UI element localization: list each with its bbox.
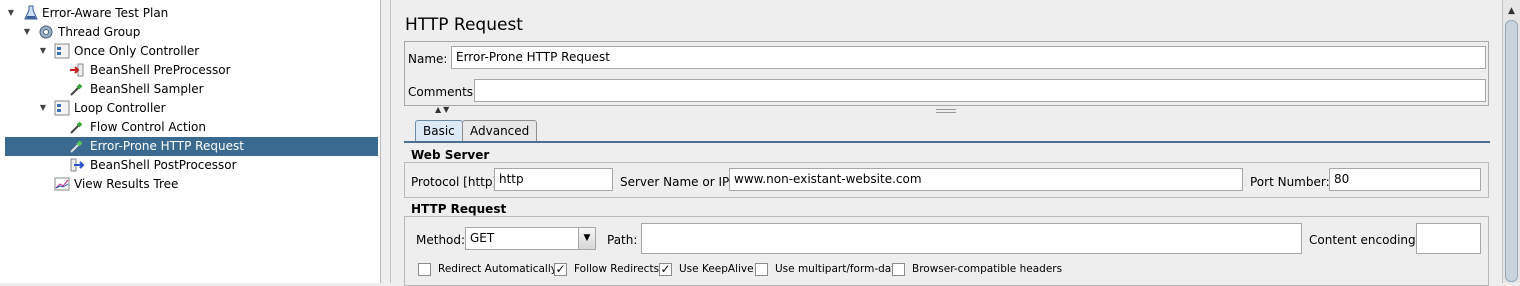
comments-field[interactable] [474,79,1486,102]
comments-label: Comments: [408,85,478,99]
name-label: Name: [408,52,448,66]
follow-redirects-checkbox[interactable]: ✓ [554,263,567,276]
controller-icon [54,43,70,59]
vertical-scrollbar[interactable]: ▲ [1502,0,1520,283]
chevron-down-icon[interactable]: ▼ [578,228,595,249]
server-label: Server Name or IP: [620,175,734,189]
tree-item-label: Loop Controller [74,101,166,115]
tree-item-label: Error-Prone HTTP Request [90,139,244,153]
tree-item-beanshell-postprocessor[interactable]: BeanShell PostProcessor [0,156,378,175]
use-keepalive-label: Use KeepAlive [679,263,754,275]
path-label: Path: [607,233,638,247]
tree-item-flow-control-action[interactable]: Flow Control Action [0,118,378,137]
port-field[interactable]: 80 [1329,168,1481,191]
method-select[interactable]: GET ▼ [465,227,596,250]
tree-item-label: Error-Aware Test Plan [42,6,169,20]
http-request-title: HTTP Request [411,202,507,216]
scroll-thumb[interactable] [1505,20,1518,282]
content-encoding-field[interactable] [1416,223,1481,254]
follow-redirects-label: Follow Redirects [574,263,660,275]
gear-icon [39,25,53,39]
graph-icon [54,177,70,191]
browser-compatible-headers-checkbox[interactable] [892,263,905,276]
redirect-automatically-label: Redirect Automatically [438,263,557,275]
method-value: GET [470,231,495,245]
tree-item-loop-controller[interactable]: ▼ Loop Controller [0,99,378,118]
tree-item-view-results-tree[interactable]: View Results Tree [0,175,378,194]
name-comments-section: Name: Error-Prone HTTP Request Comments: [404,41,1489,106]
protocol-field[interactable]: http [494,168,613,191]
collapse-icon[interactable]: ▼ [22,27,32,37]
tree-item-thread-group[interactable]: ▼ Thread Group [0,23,378,42]
redirect-automatically-checkbox[interactable] [418,263,431,276]
flask-icon [24,5,38,20]
tab-advanced[interactable]: Advanced [462,120,538,142]
protocol-label: Protocol [http]: [411,175,502,189]
tree-item-label: BeanShell Sampler [90,82,204,96]
pipette-icon [70,121,83,134]
collapse-icon[interactable]: ▼ [38,103,48,113]
tab-divider [404,141,1490,144]
preprocessor-icon [70,63,84,77]
tree-item-beanshell-sampler[interactable]: BeanShell Sampler [0,80,378,99]
tree-item-label: View Results Tree [74,177,179,191]
browser-compatible-headers-label: Browser-compatible headers [912,263,1063,275]
tree-item-test-plan[interactable]: ▼ Error-Aware Test Plan [0,4,378,23]
postprocessor-icon [70,158,85,172]
server-name-field[interactable]: www.non-existant-website.com [729,168,1243,191]
name-field[interactable]: Error-Prone HTTP Request [451,46,1486,69]
split-arrows-icon[interactable]: ▲▼ [435,105,451,114]
tree-item-label: Once Only Controller [74,44,200,58]
path-field[interactable] [641,223,1302,254]
use-keepalive-checkbox[interactable]: ✓ [659,263,672,276]
collapse-icon[interactable]: ▼ [38,46,48,56]
http-request-panel: HTTP Request Name: Error-Prone HTTP Requ… [392,0,1502,286]
multipart-form-data-label: Use multipart/form-data [775,263,902,275]
scroll-up-icon[interactable]: ▲ [1504,4,1519,18]
method-label: Method: [416,233,466,247]
tree-item-error-prone-http-request[interactable]: Error-Prone HTTP Request [0,137,378,156]
tree-item-once-only-controller[interactable]: ▼ Once Only Controller [0,42,378,61]
tree-item-label: Thread Group [58,25,141,39]
multipart-form-data-checkbox[interactable] [755,263,768,276]
page-title: HTTP Request [405,15,523,35]
content-encoding-label: Content encoding: [1309,233,1420,247]
web-server-title: Web Server [411,148,490,162]
pipette-icon [70,140,83,153]
split-grip-handle[interactable] [936,109,956,113]
tree-item-label: BeanShell PostProcessor [90,158,237,172]
tab-basic[interactable]: Basic [415,120,463,142]
test-plan-tree[interactable]: ▼ Error-Aware Test Plan ▼ Thread Group ▼… [0,0,381,283]
tree-item-beanshell-preprocessor[interactable]: BeanShell PreProcessor [0,61,378,80]
tree-item-label: BeanShell PreProcessor [90,63,231,77]
collapse-icon[interactable]: ▼ [6,8,16,18]
controller-icon [54,100,70,116]
tree-item-label: Flow Control Action [90,120,206,134]
pipette-icon [70,83,83,96]
port-label: Port Number: [1250,175,1330,189]
pane-splitter[interactable] [381,0,391,283]
